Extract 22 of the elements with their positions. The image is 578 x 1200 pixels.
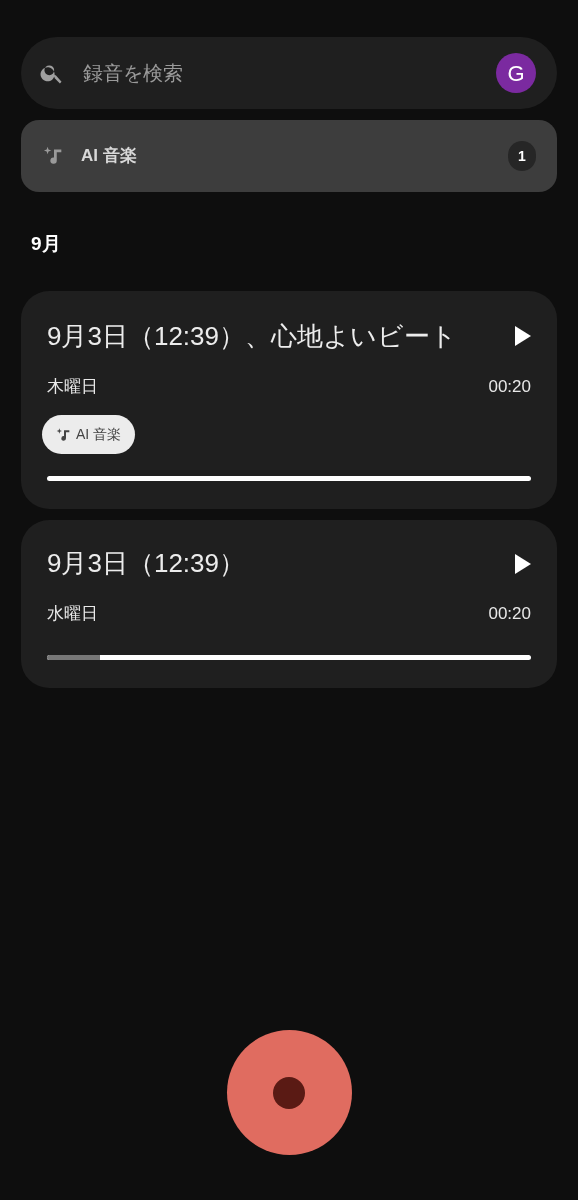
duration-label: 00:20 xyxy=(488,603,531,625)
duration-label: 00:20 xyxy=(488,375,531,398)
recording-title: 9月3日（12:39） xyxy=(47,547,245,580)
progress-track[interactable] xyxy=(47,476,531,481)
sparkle-music-icon xyxy=(56,426,72,443)
recording-card[interactable]: 9月3日（12:39）、心地よいビート 木曜日 00:20 AI 音楽 xyxy=(21,290,557,509)
month-heading: 9月 xyxy=(31,232,61,256)
search-field[interactable]: 録音を検索 xyxy=(83,58,496,88)
play-icon[interactable] xyxy=(515,326,531,346)
play-icon[interactable] xyxy=(515,553,531,574)
record-icon xyxy=(273,1076,305,1109)
weekday-label: 水曜日 xyxy=(47,603,98,625)
progress-track[interactable] xyxy=(47,654,531,660)
recording-card[interactable]: 9月3日（12:39） 水曜日 00:20 xyxy=(21,520,557,688)
filter-label: AI 音楽 xyxy=(81,145,138,168)
recording-title: 9月3日（12:39）、心地よいビート xyxy=(47,319,457,353)
weekday-label: 木曜日 xyxy=(47,375,98,398)
search-bar[interactable]: 録音を検索 G xyxy=(21,37,557,109)
count-badge: 1 xyxy=(508,141,536,171)
avatar[interactable]: G xyxy=(496,53,536,93)
filter-chip[interactable]: AI 音楽 1 xyxy=(21,120,557,192)
ai-music-tag[interactable]: AI 音楽 xyxy=(42,415,136,454)
